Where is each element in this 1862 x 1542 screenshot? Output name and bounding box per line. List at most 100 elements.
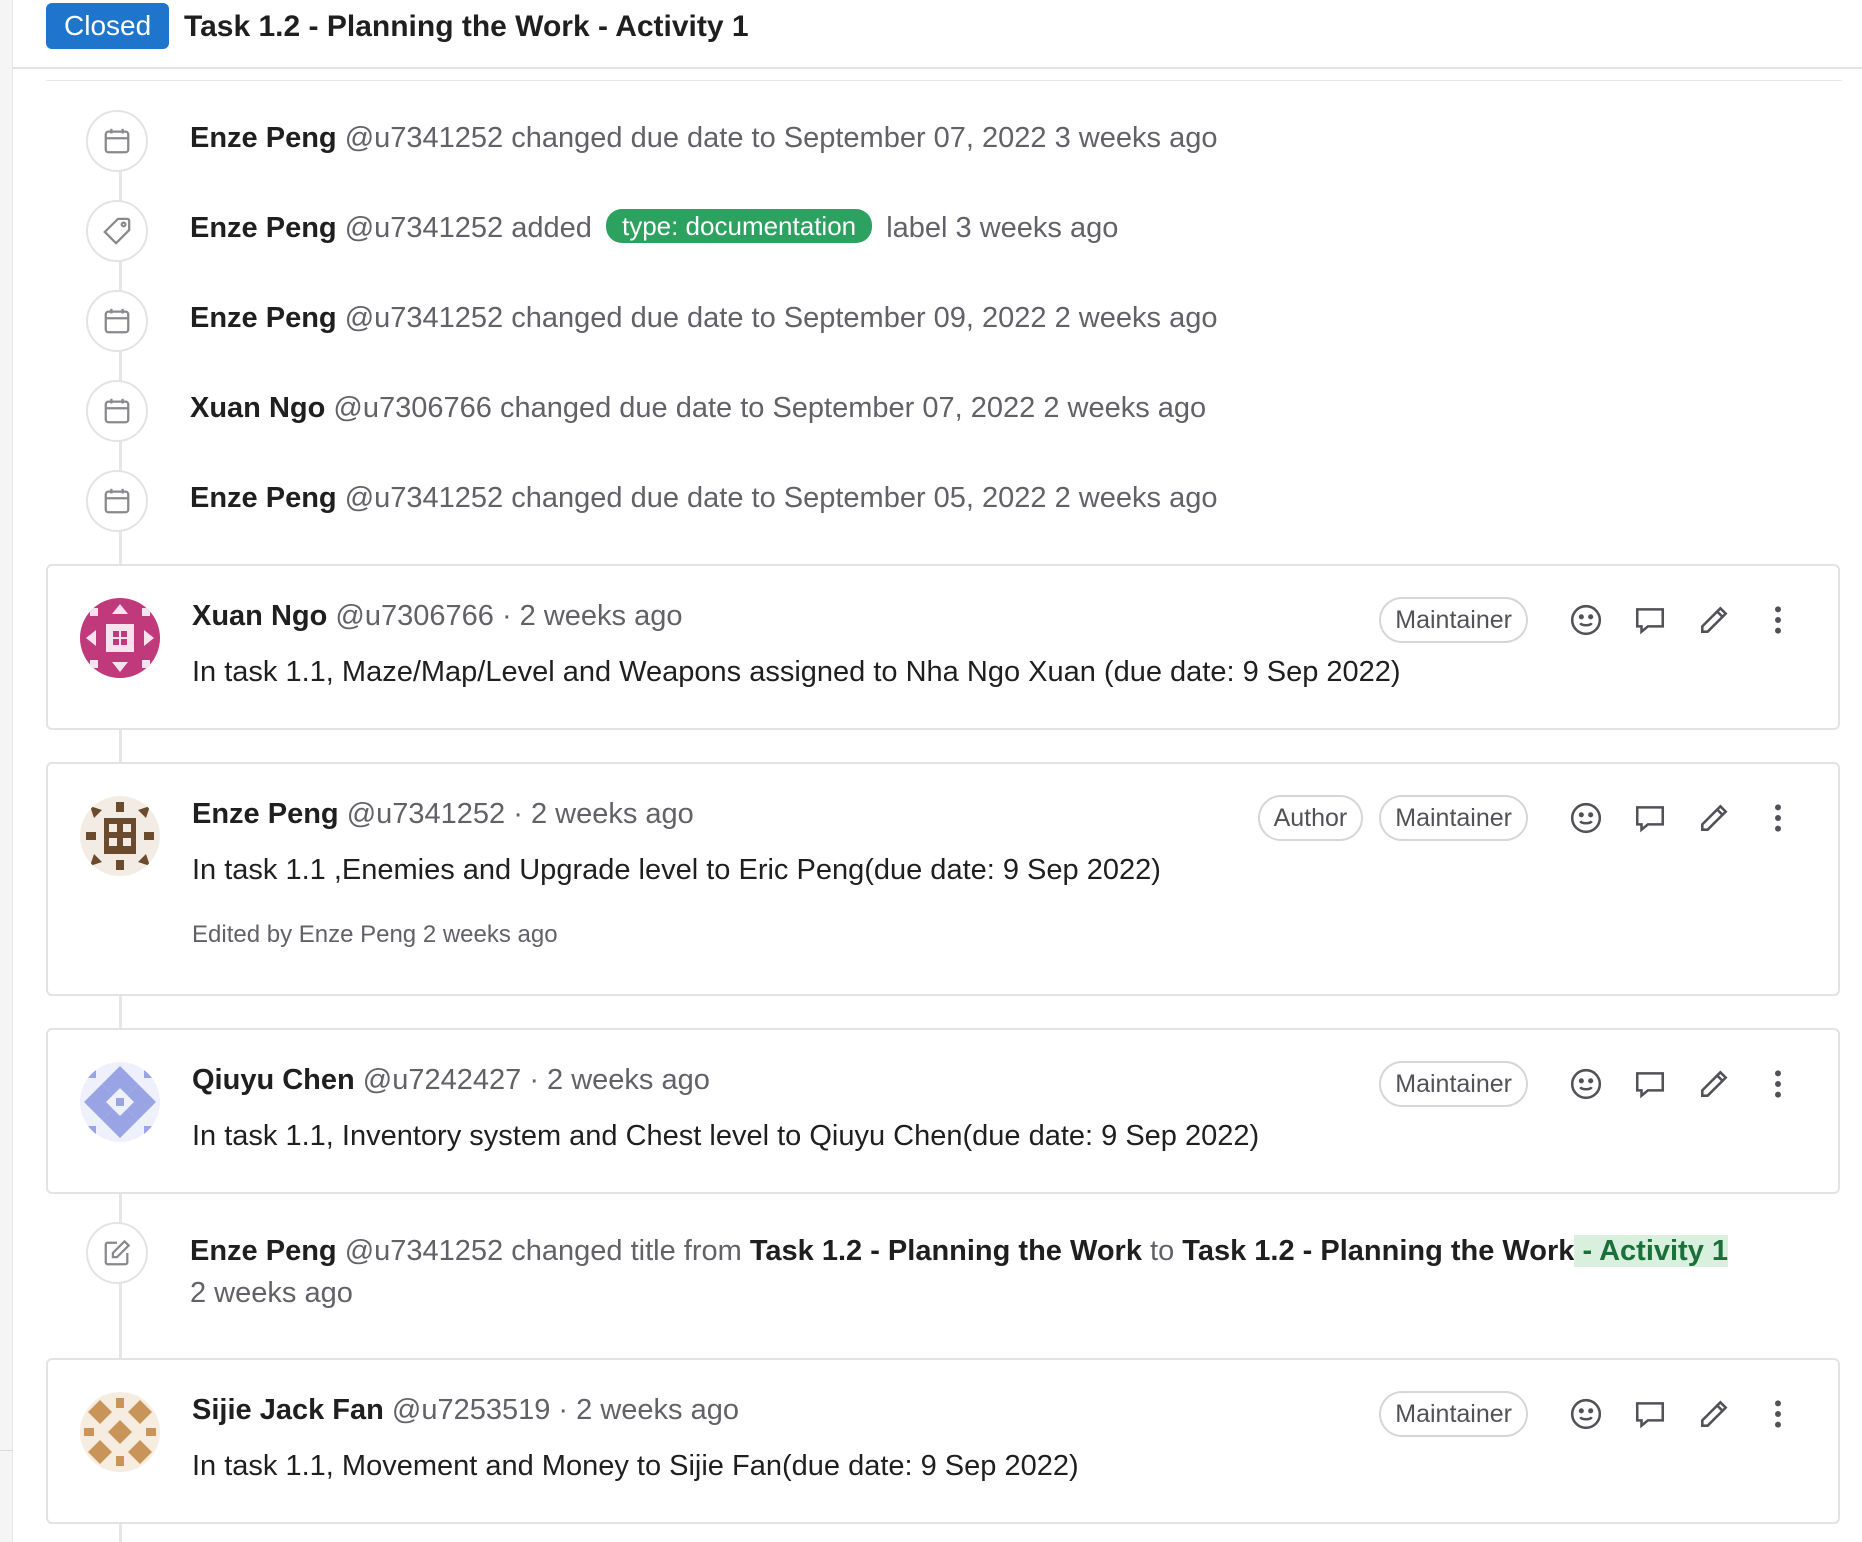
pencil-icon	[1701, 1070, 1728, 1097]
author-name[interactable]: Enze Peng	[190, 212, 337, 244]
event-time[interactable]: 2 weeks ago	[1043, 392, 1206, 424]
comment-card: Enze Peng @u7341252 · 2 weeks ago In tas…	[46, 762, 1840, 996]
author-username[interactable]: @u7306766	[333, 392, 491, 424]
comment-card: Qiuyu Chen @u7242427 · 2 weeks ago In ta…	[46, 1028, 1840, 1194]
comment-actions: Maintainer	[1379, 1060, 1802, 1108]
comment-body: In task 1.1, Maze/Map/Level and Weapons …	[192, 656, 1401, 688]
system-note-text: Enze Peng @u7341252 changed due date to …	[190, 118, 1217, 158]
smiley-icon	[1570, 604, 1602, 636]
edit-button[interactable]	[1690, 596, 1738, 644]
author-username[interactable]: @u7341252	[345, 1235, 503, 1267]
event-action: changed due date to September 07, 2022	[499, 392, 1036, 424]
comment-body: In task 1.1 ,Enemies and Upgrade level t…	[192, 854, 1161, 886]
author-name[interactable]: Enze Peng	[190, 122, 337, 154]
comment-card: Sijie Jack Fan @u7253519 · 2 weeks ago I…	[46, 1358, 1840, 1524]
comment-icon	[1635, 1072, 1665, 1099]
add-reaction-button[interactable]	[1562, 596, 1610, 644]
edit-button[interactable]	[1690, 794, 1738, 842]
author-name[interactable]: Enze Peng	[190, 1235, 337, 1267]
comment-icon	[1635, 806, 1665, 833]
comment-body: In task 1.1, Movement and Money to Sijie…	[192, 1450, 1079, 1482]
comment-time[interactable]: · 2 weeks ago	[558, 1394, 739, 1426]
pencil-icon	[1701, 1400, 1728, 1427]
more-actions-button[interactable]	[1754, 596, 1802, 644]
comment-time[interactable]: · 2 weeks ago	[529, 1064, 710, 1096]
ellipsis-v-icon	[1775, 804, 1781, 832]
author-username[interactable]: @u7341252	[347, 798, 505, 830]
issue-title: Task 1.2 - Planning the Work - Activity …	[184, 10, 749, 43]
avatar[interactable]	[80, 598, 160, 678]
author-name[interactable]: Enze Peng	[190, 302, 337, 334]
edited-notice: Edited by Enze Peng 2 weeks ago	[192, 921, 558, 948]
event-action: changed due date to September 09, 2022	[511, 302, 1047, 334]
comment-card: Xuan Ngo @u7306766 · 2 weeks ago In task…	[46, 564, 1840, 730]
calendar-icon	[86, 470, 148, 532]
author-name[interactable]: Enze Peng	[190, 482, 337, 514]
comment-actions: Maintainer	[1379, 596, 1802, 644]
avatar[interactable]	[80, 1062, 160, 1142]
author-username[interactable]: @u7341252	[345, 482, 503, 514]
add-reaction-button[interactable]	[1562, 794, 1610, 842]
comment-icon	[1635, 1402, 1665, 1429]
reply-button[interactable]	[1626, 794, 1674, 842]
left-sidebar-edge	[0, 0, 13, 1542]
event-action: changed due date to September 07, 2022	[511, 122, 1047, 154]
avatar[interactable]	[80, 796, 160, 876]
role-badge-maintainer: Maintainer	[1379, 597, 1528, 643]
comment-actions: Author Maintainer	[1257, 794, 1802, 842]
edit-button[interactable]	[1690, 1390, 1738, 1438]
author-name[interactable]: Xuan Ngo	[192, 600, 327, 632]
label-badge[interactable]: type: documentation	[605, 209, 873, 243]
more-actions-button[interactable]	[1754, 794, 1802, 842]
old-title: Task 1.2 - Planning the Work	[749, 1235, 1142, 1267]
reply-button[interactable]	[1626, 1390, 1674, 1438]
comment-time[interactable]: · 2 weeks ago	[502, 600, 683, 632]
event-time[interactable]: 2 weeks ago	[1055, 302, 1218, 334]
avatar[interactable]	[80, 1392, 160, 1472]
edit-button[interactable]	[1690, 1060, 1738, 1108]
author-name[interactable]: Sijie Jack Fan	[192, 1394, 384, 1426]
role-badge-maintainer: Maintainer	[1379, 1391, 1528, 1437]
reply-button[interactable]	[1626, 596, 1674, 644]
comment-header: Xuan Ngo @u7306766 · 2 weeks ago	[192, 596, 682, 636]
author-name[interactable]: Enze Peng	[192, 798, 339, 830]
issue-header: Closed Task 1.2 - Planning the Work - Ac…	[12, 0, 1862, 69]
event-time[interactable]: 2 weeks ago	[190, 1277, 353, 1309]
calendar-icon	[86, 380, 148, 442]
author-username[interactable]: @u7341252	[345, 122, 503, 154]
event-time[interactable]: 2 weeks ago	[1055, 482, 1218, 514]
event-action: changed title from	[511, 1235, 742, 1267]
smiley-icon	[1570, 1398, 1602, 1430]
event-time[interactable]: 3 weeks ago	[1055, 122, 1218, 154]
role-badge-maintainer: Maintainer	[1379, 1061, 1528, 1107]
status-badge: Closed	[46, 3, 170, 49]
author-username[interactable]: @u7242427	[363, 1064, 521, 1096]
divider	[0, 1450, 12, 1451]
pencil-icon	[1701, 804, 1728, 831]
author-username[interactable]: @u7306766	[335, 600, 493, 632]
new-title-base: Task 1.2 - Planning the Work	[1182, 1235, 1575, 1267]
title-diff-added: - Activity 1	[1574, 1235, 1729, 1267]
comment-header: Qiuyu Chen @u7242427 · 2 weeks ago	[192, 1060, 710, 1100]
comment-time[interactable]: · 2 weeks ago	[513, 798, 694, 830]
smiley-icon	[1570, 802, 1602, 834]
smiley-icon	[1570, 1068, 1602, 1100]
more-actions-button[interactable]	[1754, 1060, 1802, 1108]
author-name[interactable]: Qiuyu Chen	[192, 1064, 355, 1096]
ellipsis-v-icon	[1775, 606, 1781, 634]
pencil-icon	[1701, 606, 1728, 633]
author-username[interactable]: @u7253519	[392, 1394, 550, 1426]
author-name[interactable]: Xuan Ngo	[190, 392, 325, 424]
more-actions-button[interactable]	[1754, 1390, 1802, 1438]
ellipsis-v-icon	[1775, 1400, 1781, 1428]
event-connector: to	[1150, 1235, 1175, 1267]
calendar-icon	[86, 290, 148, 352]
add-reaction-button[interactable]	[1562, 1060, 1610, 1108]
author-username[interactable]: @u7341252	[345, 302, 503, 334]
role-badge-maintainer: Maintainer	[1379, 795, 1528, 841]
system-note-text: Xuan Ngo @u7306766 changed due date to S…	[190, 388, 1206, 428]
event-time[interactable]: 3 weeks ago	[956, 212, 1119, 244]
reply-button[interactable]	[1626, 1060, 1674, 1108]
author-username[interactable]: @u7341252	[345, 212, 503, 244]
add-reaction-button[interactable]	[1562, 1390, 1610, 1438]
